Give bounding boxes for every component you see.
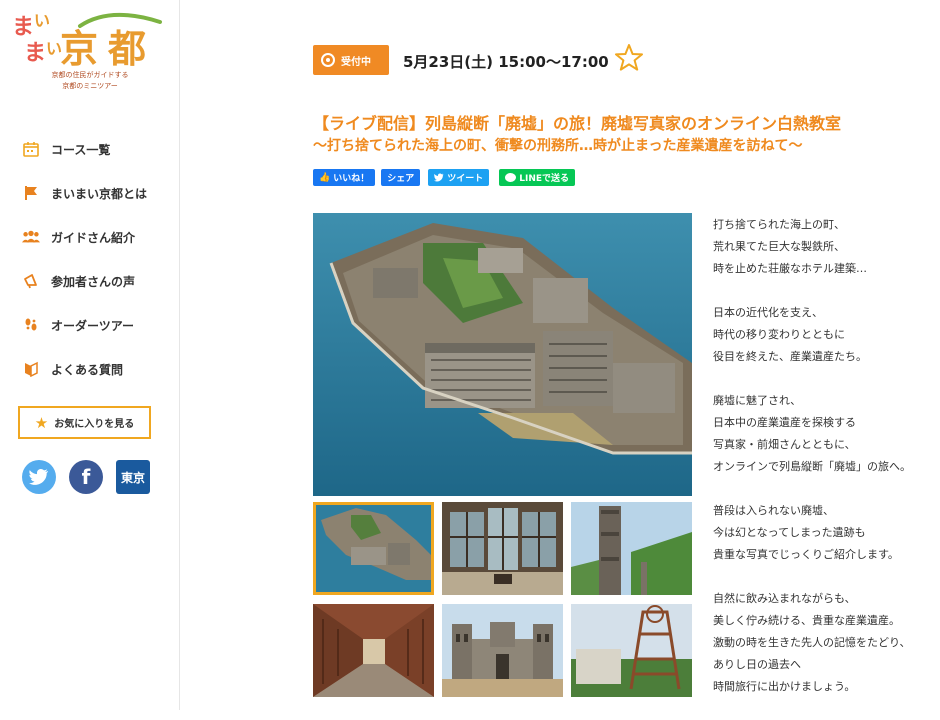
share-label: シェア bbox=[387, 174, 415, 184]
svg-text:ま: ま bbox=[24, 41, 46, 66]
event-date: 5月23日(土) 15:00〜17:00 bbox=[403, 53, 609, 71]
thumbnail-hotel-window[interactable] bbox=[442, 502, 563, 595]
facebook-icon: f bbox=[81, 465, 91, 489]
nav-item-order-tour[interactable]: オーダーツアー bbox=[22, 303, 147, 347]
nav-item-about[interactable]: まいまい京都とは bbox=[22, 171, 147, 215]
sidebar-nav: コース一覧 まいまい京都とは ガイドさん紹介 参加者さんの声 オーダーツアー よ… bbox=[22, 127, 147, 391]
description-line: 打ち捨てられた海上の町、 bbox=[713, 218, 845, 231]
description-line: 貴重な写真でじっくりご紹介します。 bbox=[713, 548, 899, 561]
book-icon bbox=[22, 360, 40, 378]
description-paragraph: 廃墟に魅了され、 日本中の産業遺産を探検する 写真家・前畑さんとともに、 オンラ… bbox=[713, 390, 940, 478]
event-title: 【ライブ配信】列島縦断「廃墟」の旅！廃墟写真家のオンライン白熱教室 bbox=[313, 114, 842, 133]
sidebar: ま い ま い 京 都 京都の住民がガイドする 京都のミニツアー コース一覧 ま… bbox=[0, 0, 180, 710]
thumb-island-image bbox=[316, 505, 431, 592]
svg-text:ま: ま bbox=[12, 15, 34, 40]
island-photo bbox=[313, 213, 692, 496]
nav-label: ガイドさん紹介 bbox=[51, 230, 136, 245]
twitter-bird-icon bbox=[434, 173, 444, 182]
facebook-link[interactable]: f bbox=[69, 460, 103, 494]
thumb-window-image bbox=[442, 502, 563, 595]
tokyo-logo: 東京 bbox=[120, 470, 145, 485]
description-line: 時代の移り変わりとともに bbox=[713, 328, 845, 341]
logo-mark: ま い ま い 京 都 bbox=[12, 11, 162, 71]
status-badge: 受付中 bbox=[313, 45, 389, 75]
description-line: 普段は入られない廃墟、 bbox=[713, 504, 834, 517]
star-outline-icon bbox=[615, 44, 643, 71]
status-label: 受付中 bbox=[341, 56, 371, 68]
flag-icon bbox=[22, 184, 40, 202]
nav-label: オーダーツアー bbox=[51, 318, 135, 333]
people-icon bbox=[22, 228, 40, 246]
description-line: 美しく佇み続ける、貴重な産業遺産。 bbox=[713, 614, 900, 627]
thumb-mine-image bbox=[571, 604, 692, 697]
nav-item-courses[interactable]: コース一覧 bbox=[22, 127, 147, 171]
thumb-corridor-image bbox=[313, 604, 434, 697]
svg-text:都: 都 bbox=[107, 27, 146, 71]
thumbnail-mine-tower[interactable] bbox=[571, 604, 692, 697]
logo-tagline-1: 京都の住民がガイドする bbox=[51, 71, 129, 79]
nav-label: まいまい京都とは bbox=[51, 186, 148, 201]
thumbnail-prison[interactable] bbox=[442, 604, 563, 697]
description-paragraph: 普段は入られない廃墟、 今は幻となってしまった遺跡も 貴重な写真でじっくりご紹介… bbox=[713, 500, 940, 566]
favorite-star-button[interactable] bbox=[613, 42, 645, 74]
description-line: オンラインで列島縦断「廃墟」の旅へ。 bbox=[713, 460, 911, 473]
svg-text:い: い bbox=[34, 11, 50, 30]
line-label: LINEで送る bbox=[519, 174, 570, 184]
tweet-label: ツイート bbox=[447, 174, 484, 184]
tokyo-link[interactable]: 東京 bbox=[116, 460, 150, 494]
description-paragraph: 打ち捨てられた海上の町、 荒れ果てた巨大な製鉄所、 時を止めた荘厳なホテル建築… bbox=[713, 214, 940, 280]
thumb-prison-image bbox=[442, 604, 563, 697]
nav-label: 参加者さんの声 bbox=[51, 274, 136, 289]
target-icon bbox=[321, 53, 335, 67]
favorites-label: お気に入りを見る bbox=[54, 419, 135, 430]
description-line: 写真家・前畑さんとともに、 bbox=[713, 438, 856, 451]
svg-text:京: 京 bbox=[60, 27, 98, 71]
thumbnail-island[interactable] bbox=[313, 502, 434, 595]
description-line: 今は幻となってしまった遺跡も bbox=[713, 526, 866, 539]
line-icon bbox=[505, 173, 517, 182]
description-line: 廃墟に魅了され、 bbox=[713, 394, 802, 407]
event-description: 打ち捨てられた海上の町、 荒れ果てた巨大な製鉄所、 時を止めた荘厳なホテル建築…… bbox=[713, 214, 940, 720]
description-line: 時を止めた荘厳なホテル建築… bbox=[713, 262, 867, 275]
description-line: ありし日の過去へ bbox=[713, 658, 801, 671]
description-line: 日本の近代化を支え、 bbox=[713, 306, 823, 319]
share-buttons: 👍 いいね！ シェア ツイート LINEで送る bbox=[313, 169, 576, 186]
event-subtitle: 〜打ち捨てられた海上の町、衝撃の刑務所…時が止まった産業遺産を訪ねて〜 bbox=[313, 138, 803, 154]
megaphone-icon bbox=[22, 272, 40, 290]
nav-label: コース一覧 bbox=[51, 142, 111, 157]
description-line: 荒れ果てた巨大な製鉄所、 bbox=[713, 240, 845, 253]
description-line: 役目を終えた、産業遺産たち。 bbox=[713, 350, 867, 363]
fb-share-button[interactable]: シェア bbox=[381, 169, 421, 186]
line-button[interactable]: LINEで送る bbox=[499, 169, 576, 186]
nav-item-faq[interactable]: よくある質問 bbox=[22, 347, 147, 391]
thumbs-up-icon: 👍 bbox=[319, 172, 331, 183]
footprints-icon bbox=[22, 316, 40, 334]
description-line: 激動の時を生きた先人の記憶をたどり、 bbox=[713, 636, 911, 649]
description-line: 日本中の産業遺産を探検する bbox=[713, 416, 856, 429]
description-line: 時間旅行に出かけましょう。 bbox=[713, 680, 856, 693]
like-label: いいね！ bbox=[333, 174, 370, 184]
favorites-button[interactable]: ★ お気に入りを見る bbox=[18, 406, 151, 439]
star-icon: ★ bbox=[34, 413, 49, 432]
description-line: 自然に飲み込まれながらも、 bbox=[713, 592, 856, 605]
nav-item-voices[interactable]: 参加者さんの声 bbox=[22, 259, 147, 303]
logo-tagline-2: 京都のミニツアー bbox=[62, 82, 118, 90]
nav-item-guides[interactable]: ガイドさん紹介 bbox=[22, 215, 147, 259]
tweet-button[interactable]: ツイート bbox=[428, 169, 490, 186]
thumb-tower-image bbox=[571, 502, 692, 595]
description-paragraph: 自然に飲み込まれながらも、 美しく佇み続ける、貴重な産業遺産。 激動の時を生きた… bbox=[713, 588, 940, 698]
thumbnail-tower[interactable] bbox=[571, 502, 692, 595]
twitter-icon bbox=[29, 469, 48, 485]
thumbnail-corridor[interactable] bbox=[313, 604, 434, 697]
like-button[interactable]: 👍 いいね！ bbox=[313, 169, 376, 186]
main-photo[interactable] bbox=[313, 213, 692, 496]
nav-label: よくある質問 bbox=[51, 362, 124, 377]
calendar-icon bbox=[22, 140, 40, 158]
description-paragraph: 日本の近代化を支え、 時代の移り変わりとともに 役目を終えた、産業遺産たち。 bbox=[713, 302, 940, 368]
twitter-link[interactable] bbox=[22, 460, 56, 494]
